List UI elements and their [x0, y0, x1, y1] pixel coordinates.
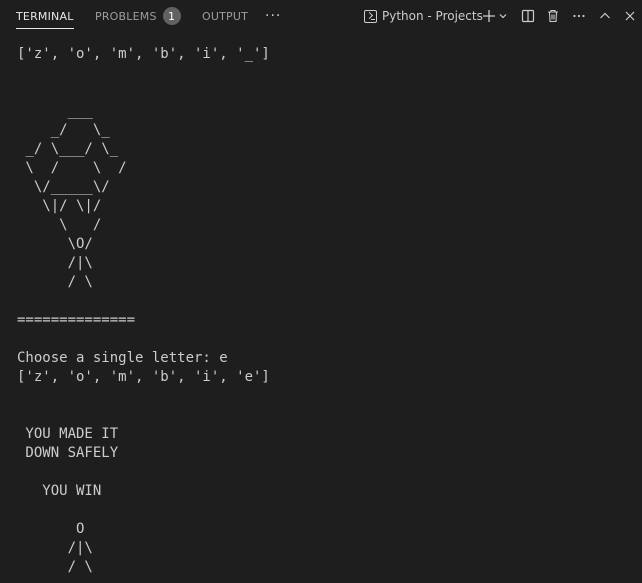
terminal-line: /|\ — [17, 255, 93, 271]
terminal-line: ___ — [17, 103, 93, 119]
chevron-up-icon — [600, 12, 610, 19]
problems-count-badge: 1 — [162, 7, 181, 25]
more-icon: ··· — [265, 8, 282, 24]
close-panel-button[interactable] — [620, 6, 640, 26]
terminal-line: ['z', 'o', 'm', 'b', 'i', 'e'] — [17, 369, 270, 385]
terminal-selector[interactable]: Python - Projects — [364, 0, 483, 32]
tab-output-label: OUTPUT — [202, 9, 249, 23]
terminal-panel: TERMINAL PROBLEMS 1 OUTPUT ··· Python - … — [0, 0, 642, 583]
terminal-line: / \ — [17, 274, 93, 290]
tab-terminal[interactable]: TERMINAL — [16, 0, 74, 32]
tab-problems[interactable]: PROBLEMS 1 — [95, 0, 181, 32]
terminal-line: \/_____\/ — [17, 179, 110, 195]
terminal-icon — [364, 9, 377, 23]
terminal-line: Choose a single letter: e — [17, 350, 228, 366]
tab-problems-label: PROBLEMS — [95, 9, 157, 23]
terminal-name: Python - Projects — [382, 9, 483, 23]
maximize-panel-button[interactable] — [595, 6, 615, 26]
plus-icon — [483, 10, 495, 22]
terminal-line: \ / \ / — [17, 160, 127, 176]
panel-tab-bar: TERMINAL PROBLEMS 1 OUTPUT ··· Python - … — [0, 0, 642, 32]
more-tabs-button[interactable]: ··· — [265, 0, 281, 32]
terminal-line: / \ — [17, 559, 93, 575]
terminal-line: YOU WIN — [17, 483, 102, 499]
terminal-line: ['z', 'o', 'm', 'b', 'i', '_'] — [17, 46, 270, 62]
terminal-line: \ / — [17, 217, 102, 233]
terminal-line: _/ \_ — [17, 122, 110, 138]
terminal-output[interactable]: ['z', 'o', 'm', 'b', 'i', '_'] ___ _/ \_… — [17, 45, 270, 583]
terminal-line: \O/ — [17, 236, 93, 252]
terminal-line: DOWN SAFELY — [17, 445, 119, 461]
terminal-line: O — [17, 521, 85, 537]
more-actions-button[interactable] — [569, 6, 589, 26]
tab-terminal-label: TERMINAL — [16, 9, 74, 23]
trash-icon — [548, 9, 558, 23]
kill-terminal-button[interactable] — [543, 6, 563, 26]
terminal-line: _/ \___/ \_ — [17, 141, 119, 157]
terminal-line: \|/ \|/ — [17, 198, 102, 214]
chevron-down-icon — [499, 14, 507, 19]
terminal-line: YOU MADE IT — [17, 426, 119, 442]
terminal-line: ============== — [17, 577, 270, 583]
terminal-dropdown-button[interactable] — [496, 6, 510, 26]
close-icon — [625, 11, 635, 21]
tab-output[interactable]: OUTPUT — [202, 0, 248, 32]
terminal-line: /|\ — [17, 540, 93, 556]
split-icon — [521, 9, 535, 23]
terminal-line: ============== — [17, 312, 136, 328]
split-terminal-button[interactable] — [518, 6, 538, 26]
more-icon — [573, 14, 585, 18]
